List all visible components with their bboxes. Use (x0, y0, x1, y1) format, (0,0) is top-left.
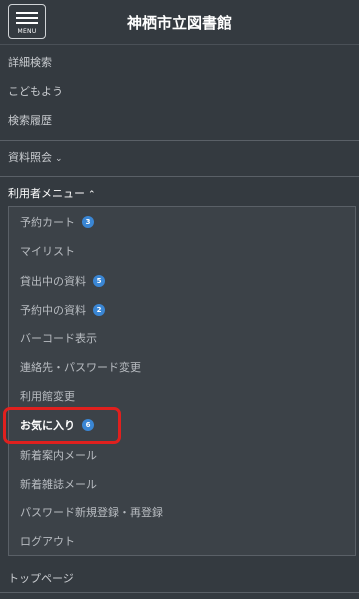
reference-label: 資料照会 (8, 151, 52, 164)
submenu-item-new-arrivals-mail[interactable]: 新着案内メール (20, 447, 97, 463)
count-badge: 3 (82, 216, 94, 228)
submenu-item-barcode[interactable]: バーコード表示 (20, 330, 97, 346)
divider (0, 140, 359, 141)
submenu-item-reserved[interactable]: 予約中の資料 2 (20, 302, 105, 318)
submenu-label: 利用館変更 (20, 390, 75, 403)
nav-link-search-history[interactable]: 検索履歴 (8, 112, 52, 128)
chevron-up-icon: ⌃ (88, 190, 96, 200)
submenu-item-reservation-cart[interactable]: 予約カート 3 (20, 214, 94, 230)
highlight-box (3, 407, 121, 444)
submenu-item-contact-password[interactable]: 連絡先・パスワード変更 (20, 359, 141, 375)
submenu-label: ログアウト (20, 535, 75, 548)
page-title: 神栖市立図書館 (126, 14, 232, 32)
submenu-item-logout[interactable]: ログアウト (20, 533, 75, 549)
submenu-label: 貸出中の資料 (20, 275, 86, 288)
submenu-label: マイリスト (20, 245, 75, 258)
submenu-item-password-register[interactable]: パスワード新規登録・再登録 (20, 504, 163, 520)
count-badge: 2 (93, 304, 105, 316)
nav-link-advanced-search[interactable]: 詳細検索 (8, 54, 52, 70)
submenu-label: 連絡先・パスワード変更 (20, 361, 141, 374)
submenu-label: パスワード新規登録・再登録 (20, 506, 163, 519)
reference-toggle[interactable]: 資料照会 ⌄ (8, 149, 63, 165)
app-header: MENU 神栖市立図書館 (0, 0, 359, 45)
submenu-label: 予約カート (20, 216, 75, 229)
submenu-label: 予約中の資料 (20, 304, 86, 317)
chevron-down-icon: ⌄ (55, 154, 63, 164)
divider (0, 592, 359, 593)
divider (0, 176, 359, 177)
user-menu-toggle[interactable]: 利用者メニュー ⌃ (8, 185, 96, 201)
submenu-item-borrowed[interactable]: 貸出中の資料 5 (20, 273, 105, 289)
submenu-label: バーコード表示 (20, 332, 97, 345)
user-submenu: 予約カート 3 マイリスト 貸出中の資料 5 予約中の資料 2 バーコード表示 … (8, 206, 356, 556)
submenu-label: 新着案内メール (20, 449, 97, 462)
submenu-label: 新着雑誌メール (20, 478, 97, 491)
count-badge: 5 (93, 275, 105, 287)
submenu-item-my-list[interactable]: マイリスト (20, 243, 75, 259)
user-menu-label: 利用者メニュー (8, 187, 85, 200)
nav-link-top-page[interactable]: トップページ (8, 570, 74, 586)
nav-link-kids[interactable]: こどもよう (8, 83, 63, 99)
submenu-item-change-library[interactable]: 利用館変更 (20, 388, 75, 404)
submenu-item-new-magazines-mail[interactable]: 新着雑誌メール (20, 476, 97, 492)
